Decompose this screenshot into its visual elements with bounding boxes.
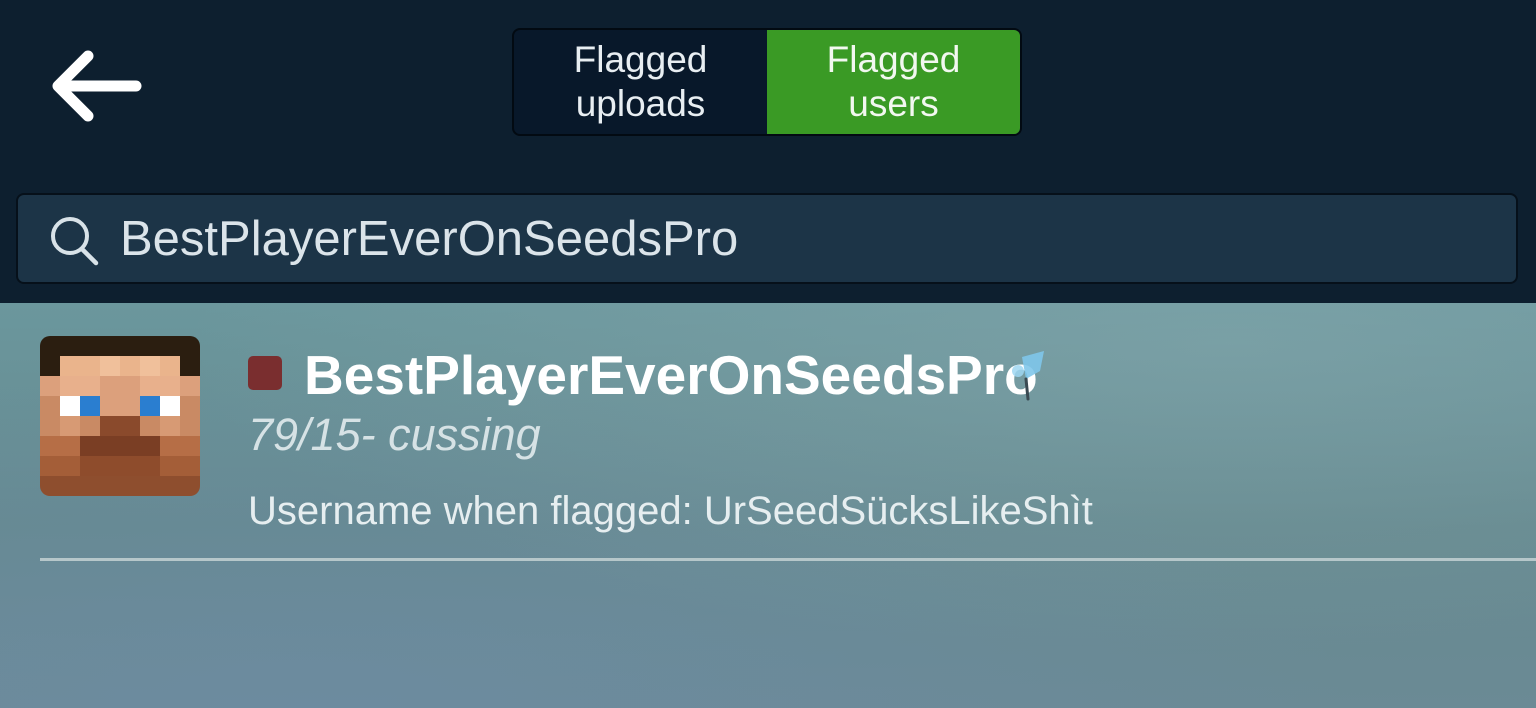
segmented-control: Flagged uploads Flagged users	[512, 28, 1022, 136]
list-item[interactable]: BestPlayerEverOnSeedsPro 79/15- cussing …	[0, 303, 1536, 561]
tab-flagged-uploads[interactable]: Flagged uploads	[514, 30, 767, 134]
flagged-username: Username when flagged: UrSeedSücksLikeSh…	[248, 489, 1093, 533]
map-pin-icon	[1012, 351, 1044, 401]
divider	[40, 558, 1536, 561]
back-button[interactable]	[38, 38, 150, 134]
username: BestPlayerEverOnSeedsPro	[304, 344, 1038, 406]
search-input[interactable]	[120, 205, 1500, 273]
avatar	[40, 336, 200, 496]
arrow-left-icon	[52, 50, 142, 122]
flag-reason: 79/15- cussing	[248, 409, 541, 460]
status-indicator	[248, 356, 282, 390]
top-bar: Flagged uploads Flagged users	[0, 0, 1536, 303]
search-bar[interactable]	[16, 193, 1518, 284]
results-list: BestPlayerEverOnSeedsPro 79/15- cussing …	[0, 303, 1536, 708]
search-icon	[51, 217, 99, 266]
tab-flagged-users[interactable]: Flagged users	[767, 30, 1020, 134]
